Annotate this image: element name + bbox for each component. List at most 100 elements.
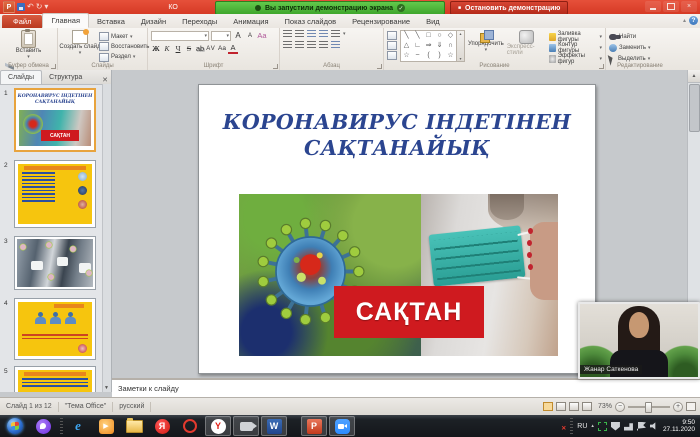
volume-icon[interactable] <box>650 422 659 431</box>
scrollbar-thumb[interactable] <box>689 84 700 132</box>
new-slide-button[interactable]: Создать слайд ▾ <box>61 30 99 62</box>
slide-thumbnail-4[interactable] <box>14 298 96 360</box>
convert-smartart-icon[interactable] <box>387 51 397 60</box>
arrange-button[interactable]: Упорядочить ▾ <box>468 30 504 62</box>
shrink-font-button[interactable]: A <box>245 30 255 41</box>
minimize-button[interactable] <box>645 1 661 12</box>
shape-star2-icon[interactable]: ☆ <box>447 51 453 61</box>
font-size-combo[interactable]: ▾ <box>211 31 231 41</box>
bullets-icon[interactable] <box>283 30 292 38</box>
slide-thumbnail-1[interactable]: КОРОНАВИРУС ІНДЕТІНЕНСАҚТАНАЙЫҚ САҚТАН <box>14 88 96 152</box>
shapes-gallery-scrollbar[interactable]: ▴▾ <box>457 30 465 62</box>
theme-name[interactable]: "Тема Office" <box>59 402 114 412</box>
slide-thumbnail-3[interactable] <box>14 236 96 290</box>
tab-outline[interactable]: Структура <box>42 71 89 84</box>
align-center-icon[interactable] <box>295 41 304 49</box>
zoom-slider-thumb[interactable] <box>645 402 652 413</box>
taskbar-explorer-icon[interactable] <box>121 416 147 436</box>
tab-slides-thumbnails[interactable]: Слайды <box>0 70 42 84</box>
slide-canvas[interactable]: КОРОНАВИРУС ІНДЕТІНЕН САҚТАНАЙЫҚ <box>198 84 596 374</box>
slide-image[interactable]: САҚТАН <box>239 194 558 356</box>
taskbar-yandex-browser-icon[interactable]: Я <box>149 416 175 436</box>
shape-arrow-down-icon[interactable]: ⇓ <box>437 41 443 51</box>
reading-view-icon[interactable] <box>569 402 579 411</box>
tab-design[interactable]: Дизайн <box>133 15 174 28</box>
network-icon[interactable] <box>624 422 633 431</box>
shape-triangle-icon[interactable]: △ <box>404 41 409 51</box>
font-dialog-launcher[interactable] <box>273 64 278 69</box>
normal-view-icon[interactable] <box>543 402 553 411</box>
font-color-button[interactable]: А <box>228 43 238 54</box>
section-button[interactable]: Раздел ▾ <box>99 53 149 62</box>
shape-arc-icon[interactable]: ∩ <box>448 41 453 51</box>
slideshow-view-icon[interactable] <box>582 402 592 411</box>
slide-thumbnail-5[interactable] <box>14 366 96 392</box>
shape-outline-button[interactable]: Контур фигуры ▾ <box>549 43 602 53</box>
taskbar-mediaplayer-icon[interactable]: ▶ <box>93 416 119 436</box>
text-direction-icon[interactable] <box>387 31 397 40</box>
taskbar-opera-icon[interactable] <box>177 416 203 436</box>
align-left-icon[interactable] <box>283 41 292 49</box>
powerpoint-app-icon[interactable]: P <box>3 1 15 13</box>
slide-sorter-view-icon[interactable] <box>556 402 566 411</box>
clipboard-dialog-launcher[interactable] <box>51 64 56 69</box>
quick-styles-button[interactable]: Экспресс-стили <box>507 30 546 62</box>
bold-button[interactable]: Ж <box>151 43 161 54</box>
tab-view[interactable]: Вид <box>418 15 448 28</box>
drawing-dialog-launcher[interactable] <box>599 64 604 69</box>
fit-to-window-icon[interactable] <box>686 402 696 411</box>
panel-close-icon[interactable]: ✕ <box>102 76 108 84</box>
stop-sharing-button[interactable]: ■ Остановить демонстрацию <box>450 1 568 15</box>
zoom-out-button[interactable]: − <box>615 402 625 412</box>
webcam-overlay[interactable]: Жанар Саткенова <box>578 302 700 379</box>
slide-title[interactable]: КОРОНАВИРУС ІНДЕТІНЕН САҚТАНАЙЫҚ <box>199 109 595 161</box>
restore-button[interactable] <box>663 1 679 12</box>
shape-brace-right-icon[interactable]: ) <box>438 51 440 61</box>
paragraph-dialog-launcher[interactable] <box>377 64 382 69</box>
character-spacing-button[interactable]: AV <box>206 43 216 54</box>
security-icon[interactable] <box>611 422 620 431</box>
panel-scroll-down-icon[interactable]: ▼ <box>104 385 109 391</box>
redo-icon[interactable]: ↻ <box>36 3 43 11</box>
keyboard-language[interactable]: RU <box>577 423 587 430</box>
undo-icon[interactable]: ↶ <box>27 3 34 11</box>
tray-grip[interactable] <box>570 418 573 434</box>
tab-insert[interactable]: Вставка <box>89 15 133 28</box>
shape-diamond-icon[interactable]: ◇ <box>448 31 453 41</box>
shape-line-icon[interactable]: ╲ <box>404 31 408 41</box>
slide-thumbnail-2[interactable] <box>14 160 96 228</box>
shape-curve-icon[interactable]: ~ <box>415 51 419 61</box>
taskbar-ie-icon[interactable]: e <box>65 416 91 436</box>
tab-review[interactable]: Рецензирование <box>344 15 418 28</box>
find-button[interactable]: Найти <box>609 32 671 42</box>
taskbar-powerpoint-icon[interactable]: P <box>301 416 327 436</box>
italic-button[interactable]: К <box>162 43 172 54</box>
shape-star-icon[interactable]: ☆ <box>403 51 409 61</box>
taskbar-camera-icon[interactable] <box>233 416 259 436</box>
align-right-icon[interactable] <box>307 41 316 49</box>
change-case-button[interactable]: Aa <box>217 43 227 54</box>
clock[interactable]: 9:50 27.11.2020 <box>663 419 695 434</box>
underline-button[interactable]: Ч <box>173 43 183 54</box>
panel-scrollbar[interactable]: ▼ <box>102 84 111 392</box>
taskbar-yandex-icon[interactable]: Y <box>205 416 231 436</box>
tab-home[interactable]: Главная <box>42 13 89 28</box>
collapse-ribbon-icon[interactable]: ▴ <box>683 17 686 24</box>
qat-dropdown-icon[interactable]: ▾ <box>44 3 48 11</box>
start-button[interactable] <box>2 416 28 436</box>
taskbar-alice-icon[interactable] <box>30 416 56 436</box>
reset-button[interactable]: Восстановить <box>99 42 149 51</box>
line-spacing-icon[interactable] <box>331 30 340 38</box>
notes-pane[interactable]: Заметки к слайду <box>112 378 700 397</box>
decrease-indent-icon[interactable] <box>307 30 316 38</box>
action-center-icon[interactable] <box>637 422 646 431</box>
text-shadow-button[interactable]: ab <box>195 43 205 54</box>
language-indicator[interactable]: русский <box>113 402 151 412</box>
shape-elbow-icon[interactable]: ∟ <box>414 41 421 51</box>
shape-line2-icon[interactable]: ╲ <box>415 31 419 41</box>
shapes-gallery[interactable]: ╲ ╲ □ ○ ◇ △ ∟ ⇒ ⇓ ∩ ☆ ~ ( ) ☆ <box>400 30 457 62</box>
font-name-combo[interactable]: ▾ <box>151 31 209 41</box>
layout-button[interactable]: Макет ▾ <box>99 32 149 41</box>
screen-share-indicator-icon[interactable] <box>598 422 607 431</box>
tab-slideshow[interactable]: Показ слайдов <box>277 15 345 28</box>
